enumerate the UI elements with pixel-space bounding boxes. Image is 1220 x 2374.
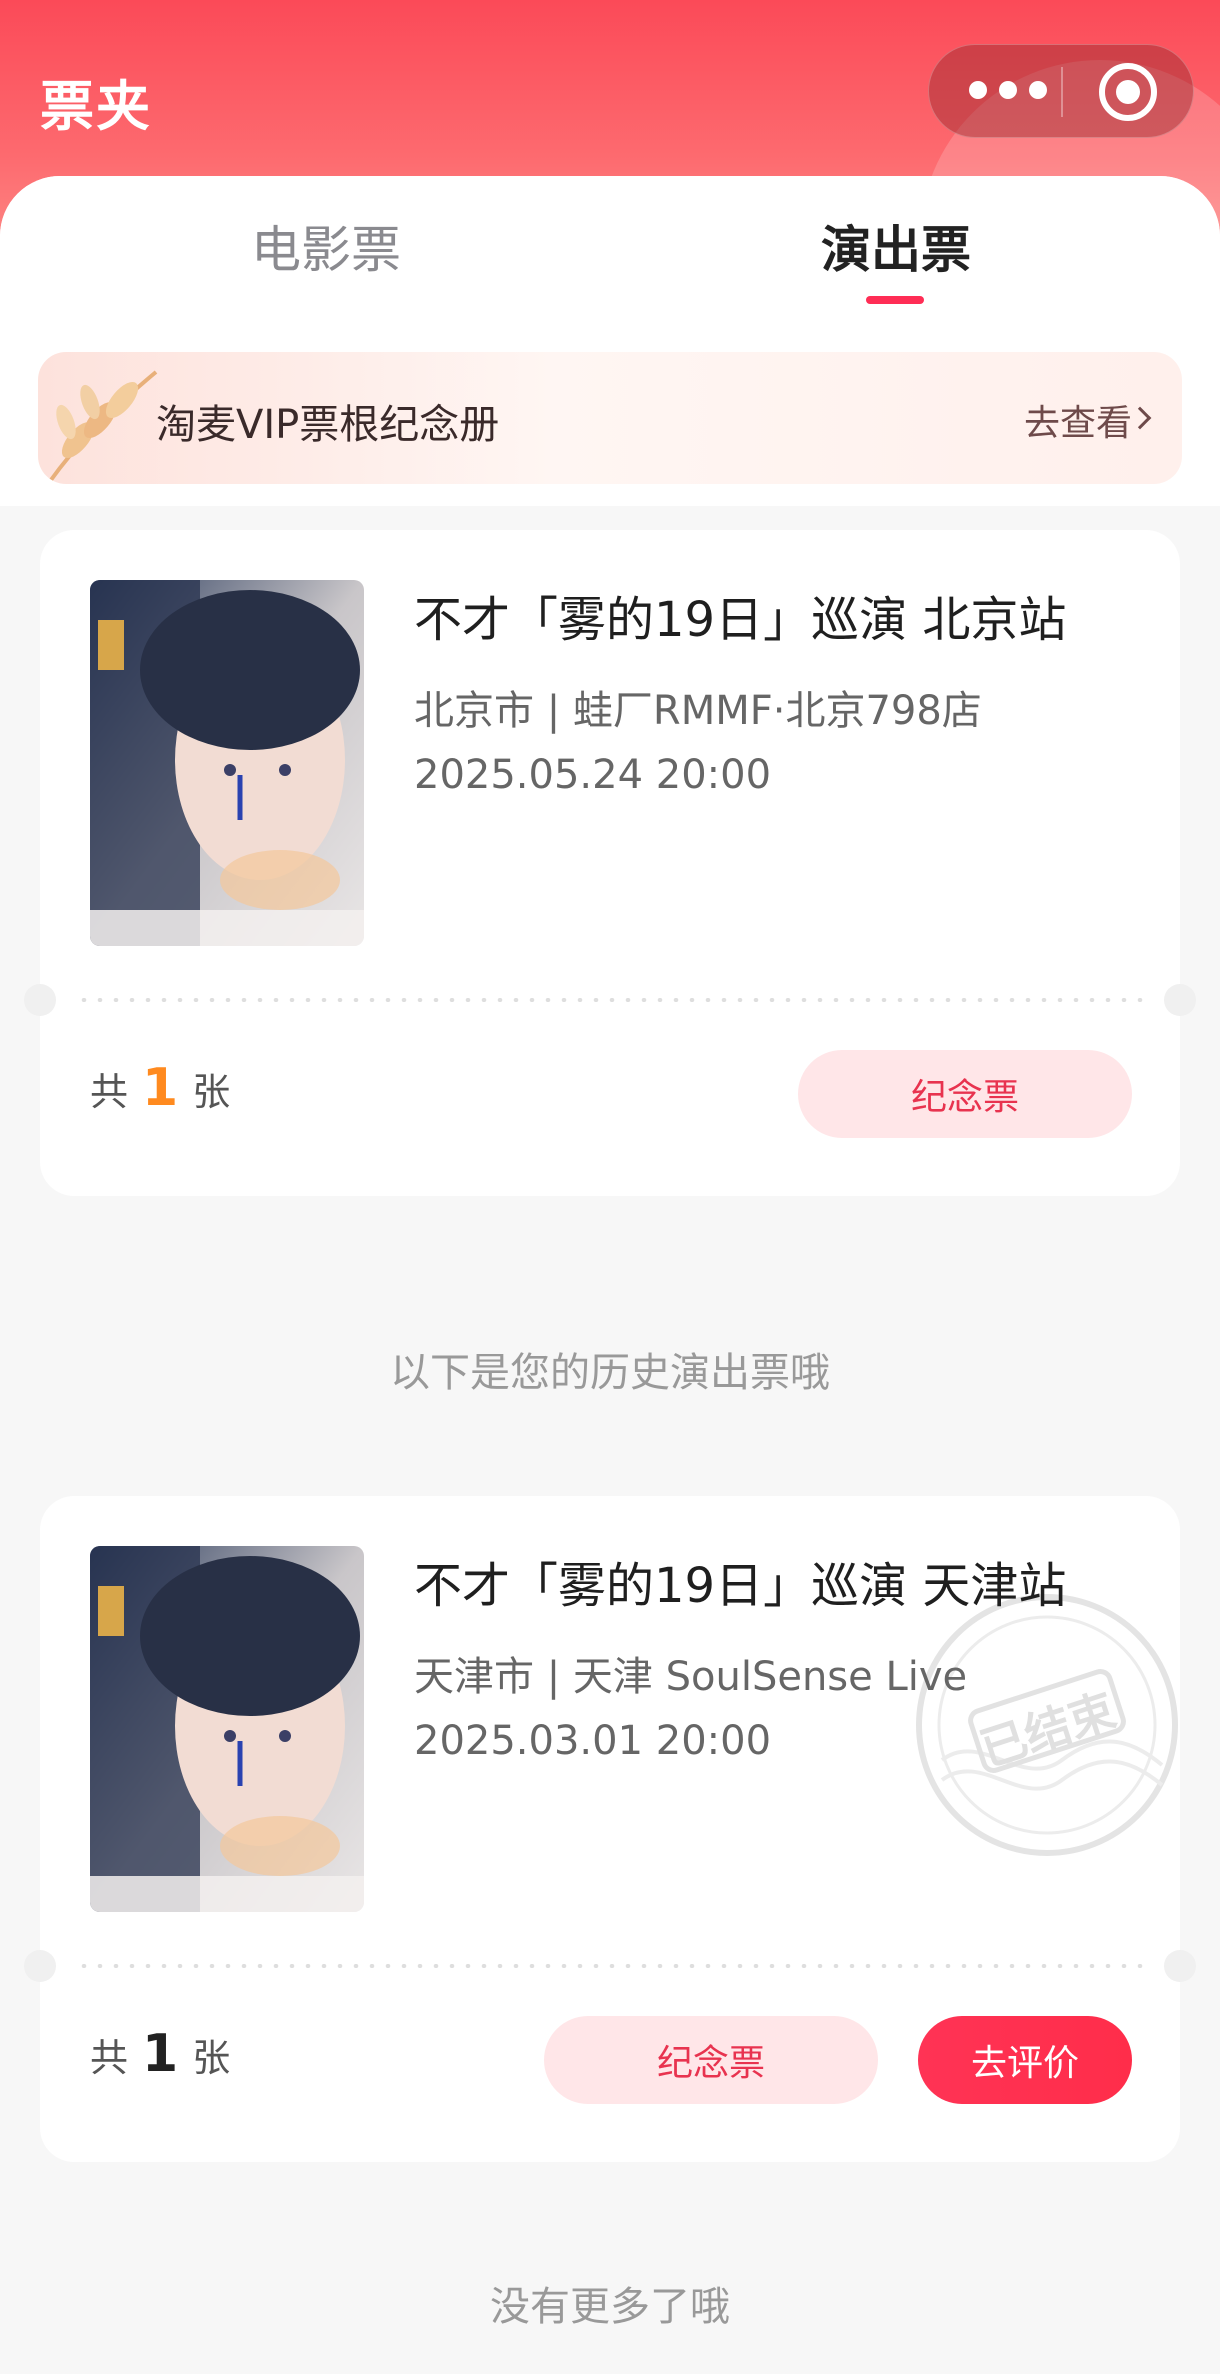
miniprogram-capsule: [928, 44, 1194, 138]
event-title: 不才「雾的19日」巡演 天津站: [414, 1558, 1067, 1614]
ticket-perforation: [24, 984, 1196, 1016]
review-button[interactable]: 去评价: [918, 2016, 1132, 2104]
chevron-right-icon: [1128, 406, 1152, 430]
ticket-count: 共1张: [90, 2024, 231, 2084]
ticket-count-number: 1: [142, 2024, 179, 2084]
close-miniprogram-icon[interactable]: [1099, 63, 1157, 121]
ticket-perforation: [24, 1950, 1196, 1982]
vip-view-link[interactable]: 去查看: [1024, 394, 1132, 446]
ticket-count-number: 1: [142, 1058, 179, 1118]
history-note: 以下是您的历史演出票哦: [390, 1350, 830, 1396]
tab-movie-tickets[interactable]: 电影票: [126, 210, 526, 282]
souvenir-ticket-button[interactable]: 纪念票: [798, 1050, 1132, 1138]
event-venue: 北京市 | 蛙厂RMMF·北京798店: [414, 688, 982, 734]
vip-banner-text: 淘麦VIP票根纪念册: [156, 402, 500, 448]
ticket-wallet-page: 票夹 电影票 演出票 淘麦VIP票根纪念册 去查看 不才「雾的19日」巡演 北京…: [0, 0, 1220, 2374]
ticket-count: 共1张: [90, 1058, 231, 1118]
event-poster-image: [90, 1546, 364, 1912]
vip-album-banner[interactable]: 淘麦VIP票根纪念册 去查看: [38, 352, 1182, 484]
end-of-list-note: 没有更多了哦: [490, 2284, 730, 2330]
wheat-icon: [46, 370, 158, 484]
event-time: 2025.03.01 20:00: [414, 1718, 772, 1764]
ticket-card[interactable]: 不才「雾的19日」巡演 北京站 北京市 | 蛙厂RMMF·北京798店 2025…: [24, 530, 1196, 1196]
active-tab-indicator: [866, 296, 924, 304]
event-title: 不才「雾的19日」巡演 北京站: [414, 592, 1067, 648]
event-venue: 天津市 | 天津 SoulSense Live: [414, 1654, 968, 1700]
souvenir-ticket-button[interactable]: 纪念票: [544, 2016, 878, 2104]
event-time: 2025.05.24 20:00: [414, 752, 772, 798]
tab-area: 电影票 演出票 淘麦VIP票根纪念册 去查看: [0, 176, 1220, 506]
tab-show-tickets[interactable]: 演出票: [696, 210, 1096, 282]
capsule-divider: [1061, 67, 1063, 117]
page-title: 票夹: [40, 75, 152, 138]
ticket-card[interactable]: 不才「雾的19日」巡演 天津站 天津市 | 天津 SoulSense Live …: [24, 1496, 1196, 2162]
more-icon[interactable]: [969, 81, 1049, 103]
event-poster-image: [90, 580, 364, 946]
